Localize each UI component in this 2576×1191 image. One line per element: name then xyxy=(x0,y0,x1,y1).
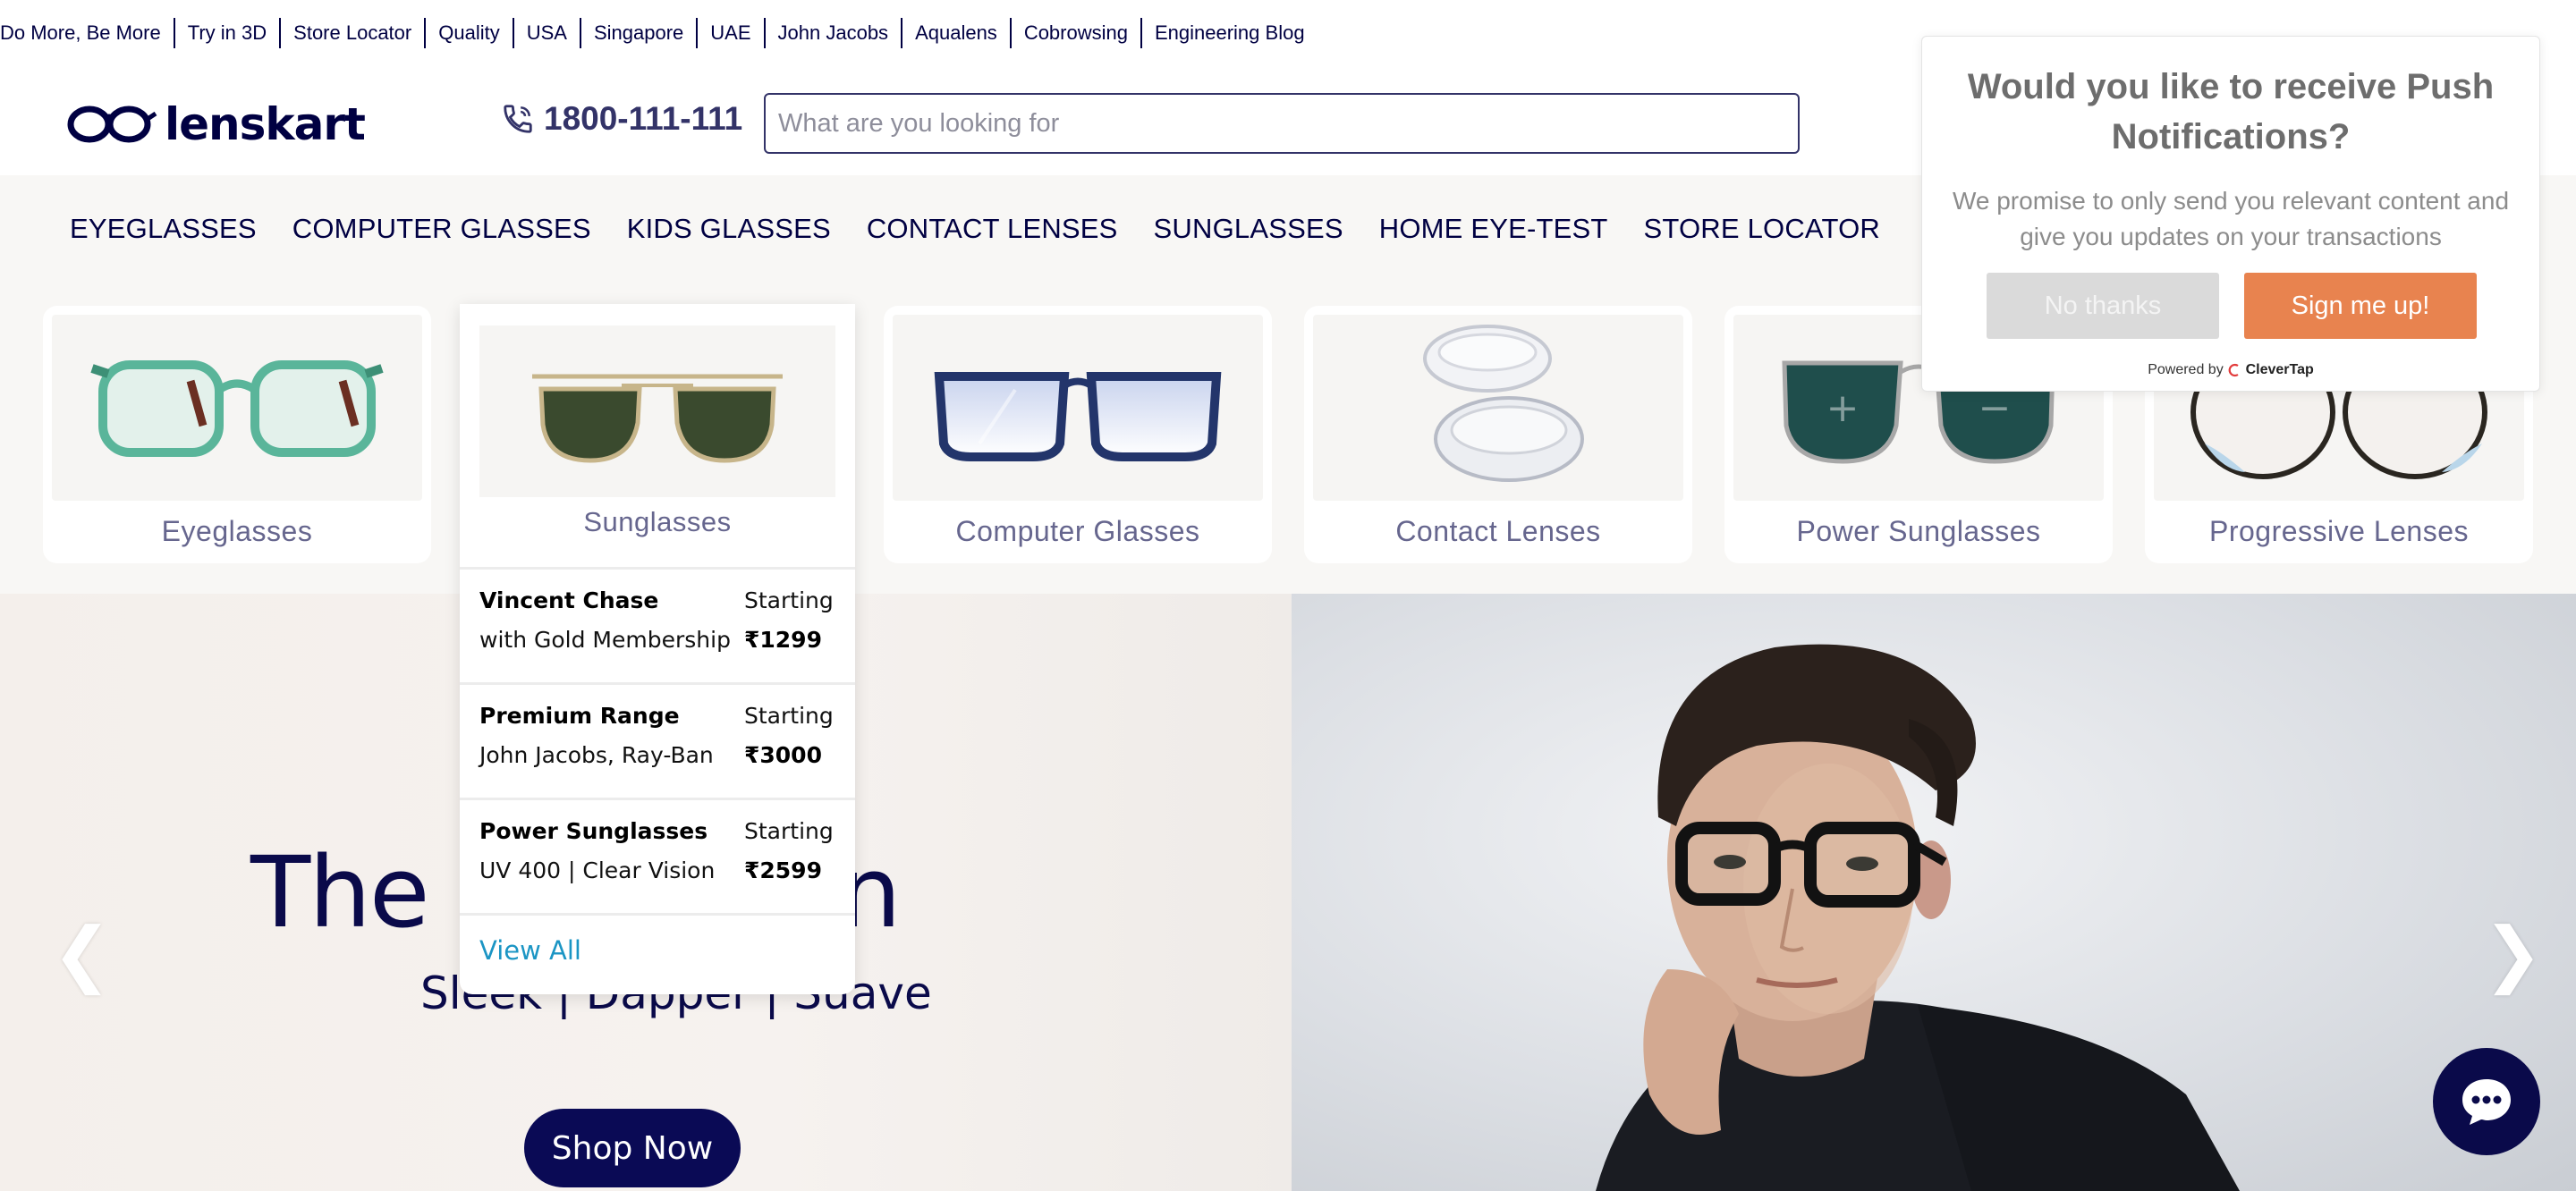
dropdown-row-power-sunglasses[interactable]: Power Sunglasses UV 400 | Clear Vision S… xyxy=(479,800,835,915)
top-link-john-jacobs[interactable]: John Jacobs xyxy=(766,18,903,48)
clevertap-logo-icon xyxy=(2228,363,2239,376)
category-card-contact-lenses[interactable]: Contact Lenses xyxy=(1304,306,1692,563)
nav-store-locator[interactable]: STORE LOCATOR xyxy=(1644,213,1880,245)
row-starting: Starting xyxy=(744,703,834,729)
top-link-try-3d[interactable]: Try in 3D xyxy=(175,18,282,48)
nav-contact-lenses[interactable]: CONTACT LENSES xyxy=(867,213,1118,245)
logo-text: lenskart xyxy=(165,98,366,150)
top-links-bar: Do More, Be More Try in 3D Store Locator… xyxy=(0,18,1318,48)
category-card-computer-glasses[interactable]: Computer Glasses xyxy=(884,306,1272,563)
nav-kids-glasses[interactable]: KIDS GLASSES xyxy=(627,213,831,245)
row-name: Vincent Chase xyxy=(479,587,659,613)
dropdown-title: Sunglasses xyxy=(583,506,732,537)
model-illustration xyxy=(1596,644,2240,1191)
svg-text:+: + xyxy=(1826,385,1860,431)
push-notification-popup: Would you like to receive Push Notificat… xyxy=(1921,36,2540,392)
sunglasses-dropdown: Sunglasses Vincent Chase with Gold Membe… xyxy=(460,304,855,994)
nav-computer-glasses[interactable]: COMPUTER GLASSES xyxy=(292,213,591,245)
top-link-singapore[interactable]: Singapore xyxy=(581,18,699,48)
category-label: Computer Glasses xyxy=(955,515,1200,547)
top-link-engineering-blog[interactable]: Engineering Blog xyxy=(1142,18,1318,48)
category-label: Power Sunglasses xyxy=(1796,515,2041,547)
phone-number[interactable]: 1800-111-111 xyxy=(501,100,742,138)
nav-eyeglasses[interactable]: EYEGLASSES xyxy=(70,213,257,245)
contact-lenses-image xyxy=(1313,315,1683,501)
chat-bubble-icon xyxy=(2462,1079,2511,1125)
phone-text: 1800-111-111 xyxy=(544,100,743,137)
dropdown-row-vincent-chase[interactable]: Vincent Chase with Gold Membership Start… xyxy=(479,570,835,684)
category-label: Contact Lenses xyxy=(1395,515,1601,547)
top-link-quality[interactable]: Quality xyxy=(426,18,514,48)
top-link-cobrowsing[interactable]: Cobrowsing xyxy=(1012,18,1142,48)
row-price: ₹3000 xyxy=(744,742,822,768)
hero-model-photo xyxy=(1292,594,2576,1191)
push-title: Would you like to receive Push Notificat… xyxy=(1967,67,2495,156)
chat-button[interactable] xyxy=(2433,1048,2540,1155)
powered-by-brand: CleverTap xyxy=(2245,362,2314,377)
powered-by: Powered by CleverTap xyxy=(1922,362,2539,378)
row-starting: Starting xyxy=(744,818,834,844)
divider xyxy=(460,913,855,916)
sunglasses-image xyxy=(479,325,835,497)
lenskart-logo[interactable]: lenskart xyxy=(64,93,366,156)
view-all-link[interactable]: View All xyxy=(479,935,581,966)
eyeglasses-image xyxy=(52,315,422,501)
phone-icon xyxy=(504,105,532,133)
top-link-aqualens[interactable]: Aqualens xyxy=(902,18,1012,48)
category-label: Eyeglasses xyxy=(161,515,313,547)
top-link-uae[interactable]: UAE xyxy=(698,18,766,48)
row-desc: with Gold Membership xyxy=(479,627,731,653)
carousel-next-icon[interactable]: ❯ xyxy=(2483,912,2543,995)
nav-sunglasses[interactable]: SUNGLASSES xyxy=(1154,213,1343,245)
row-desc: UV 400 | Clear Vision xyxy=(479,857,716,883)
search-input[interactable] xyxy=(764,93,1800,154)
category-card-eyeglasses[interactable]: Eyeglasses xyxy=(43,306,431,563)
category-label: Progressive Lenses xyxy=(2208,515,2470,547)
row-price: ₹1299 xyxy=(744,627,822,653)
logo-glasses-icon xyxy=(67,106,157,143)
top-link-store-locator[interactable]: Store Locator xyxy=(281,18,427,48)
nav-home-eye-test[interactable]: HOME EYE-TEST xyxy=(1379,213,1608,245)
row-price: ₹2599 xyxy=(744,857,822,883)
top-link-do-more[interactable]: Do More, Be More xyxy=(0,18,175,48)
dropdown-row-premium-range[interactable]: Premium Range John Jacobs, Ray-Ban Start… xyxy=(479,685,835,799)
computer-glasses-image xyxy=(893,315,1263,501)
row-starting: Starting xyxy=(744,587,834,613)
page: Do More, Be More Try in 3D Store Locator… xyxy=(0,0,2576,1191)
push-body: We promise to only send you relevant con… xyxy=(1952,187,2510,250)
row-name: Premium Range xyxy=(479,703,680,729)
powered-by-label: Powered by xyxy=(2148,362,2224,377)
row-desc: John Jacobs, Ray-Ban xyxy=(479,742,714,768)
no-thanks-button[interactable]: No thanks xyxy=(1987,273,2219,339)
svg-text:−: − xyxy=(1979,385,2012,431)
carousel-prev-icon[interactable]: ❮ xyxy=(52,912,112,995)
row-name: Power Sunglasses xyxy=(479,818,708,844)
top-link-usa[interactable]: USA xyxy=(514,18,581,48)
hero-banner: The Bold Man Sleek | Dapper | Suave Shop… xyxy=(0,594,2576,1191)
sign-me-up-button[interactable]: Sign me up! xyxy=(2244,273,2477,339)
shop-now-button[interactable]: Shop Now xyxy=(524,1109,741,1187)
